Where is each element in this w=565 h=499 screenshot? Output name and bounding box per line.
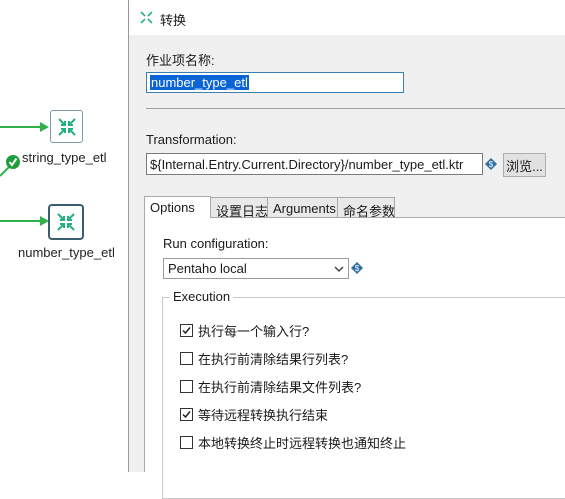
checkbox[interactable]: [180, 352, 193, 365]
execution-legend: Execution: [170, 289, 234, 304]
chevron-down-icon: [334, 266, 344, 273]
check-icon: [182, 411, 191, 419]
entry-name-input[interactable]: number_type_etl: [146, 72, 404, 93]
dialog-title: 转换: [160, 13, 187, 28]
run-config-label: Run configuration:: [163, 236, 269, 251]
transformation-dialog: 转换 作业项名称: number_type_etl Transformation…: [128, 0, 565, 499]
tab-options[interactable]: Options: [144, 196, 211, 218]
transformation-label: Transformation:: [146, 132, 237, 147]
variable-icon[interactable]: $: [351, 262, 363, 274]
tab-arguments[interactable]: Arguments: [267, 197, 338, 218]
checkbox-label: 本地转换终止时远程转换也通知终止: [198, 436, 407, 451]
options-panel: Run configuration: Pentaho local $ Execu…: [144, 217, 565, 499]
run-config-select[interactable]: Pentaho local: [163, 258, 349, 279]
step-number-type-etl[interactable]: [48, 204, 84, 240]
checkbox[interactable]: [180, 380, 193, 393]
svg-text:$: $: [489, 160, 494, 169]
checkbox-clear-result-rows[interactable]: 在执行前清除结果行列表?: [180, 349, 348, 368]
separator: [146, 108, 565, 109]
checkbox-wait-remote[interactable]: 等待远程转换执行结束: [180, 405, 328, 424]
transformation-path-input[interactable]: ${Internal.Entry.Current.Directory}/numb…: [146, 153, 483, 175]
checkbox[interactable]: [180, 324, 193, 337]
check-icon: [182, 327, 191, 335]
job-transformation-icon: [57, 117, 76, 136]
checkbox[interactable]: [180, 436, 193, 449]
checkbox[interactable]: [180, 408, 193, 421]
step-label: string_type_etl: [22, 150, 107, 165]
browse-button[interactable]: 浏览...: [503, 153, 546, 177]
checkbox-notify-remote-stop[interactable]: 本地转换终止时远程转换也通知终止: [180, 433, 406, 452]
checkbox-label: 等待远程转换执行结束: [198, 408, 329, 423]
job-canvas[interactable]: string_type_etl number_type_etl: [0, 0, 130, 472]
checkbox-label: 执行每一个输入行?: [198, 324, 310, 339]
checkbox-label: 在执行前清除结果行列表?: [198, 352, 349, 367]
transformation-path-value: ${Internal.Entry.Current.Directory}/numb…: [150, 156, 464, 172]
entry-name-label: 作业项名称:: [146, 53, 215, 68]
svg-text:$: $: [355, 264, 360, 273]
execution-group: Execution 执行每一个输入行? 在执行前清除结果行列表? 在执行前清除结…: [162, 289, 565, 499]
checkbox-execute-every-row[interactable]: 执行每一个输入行?: [180, 321, 309, 340]
entry-name-value: number_type_etl: [150, 75, 249, 90]
checkbox-clear-result-files[interactable]: 在执行前清除结果文件列表?: [180, 377, 361, 396]
hop-arrow: [40, 122, 49, 132]
variable-icon[interactable]: $: [485, 158, 497, 170]
job-transformation-icon: [57, 213, 75, 231]
transformation-icon: [140, 11, 153, 24]
step-label: number_type_etl: [18, 245, 115, 260]
run-config-value: Pentaho local: [168, 261, 247, 276]
title-bar[interactable]: 转换: [129, 0, 565, 35]
checkbox-label: 在执行前清除结果文件列表?: [198, 380, 362, 395]
step-string-type-etl[interactable]: [50, 110, 83, 143]
tab-logging[interactable]: 设置日志: [210, 197, 268, 219]
tab-named-parameters[interactable]: 命名参数: [337, 197, 395, 219]
